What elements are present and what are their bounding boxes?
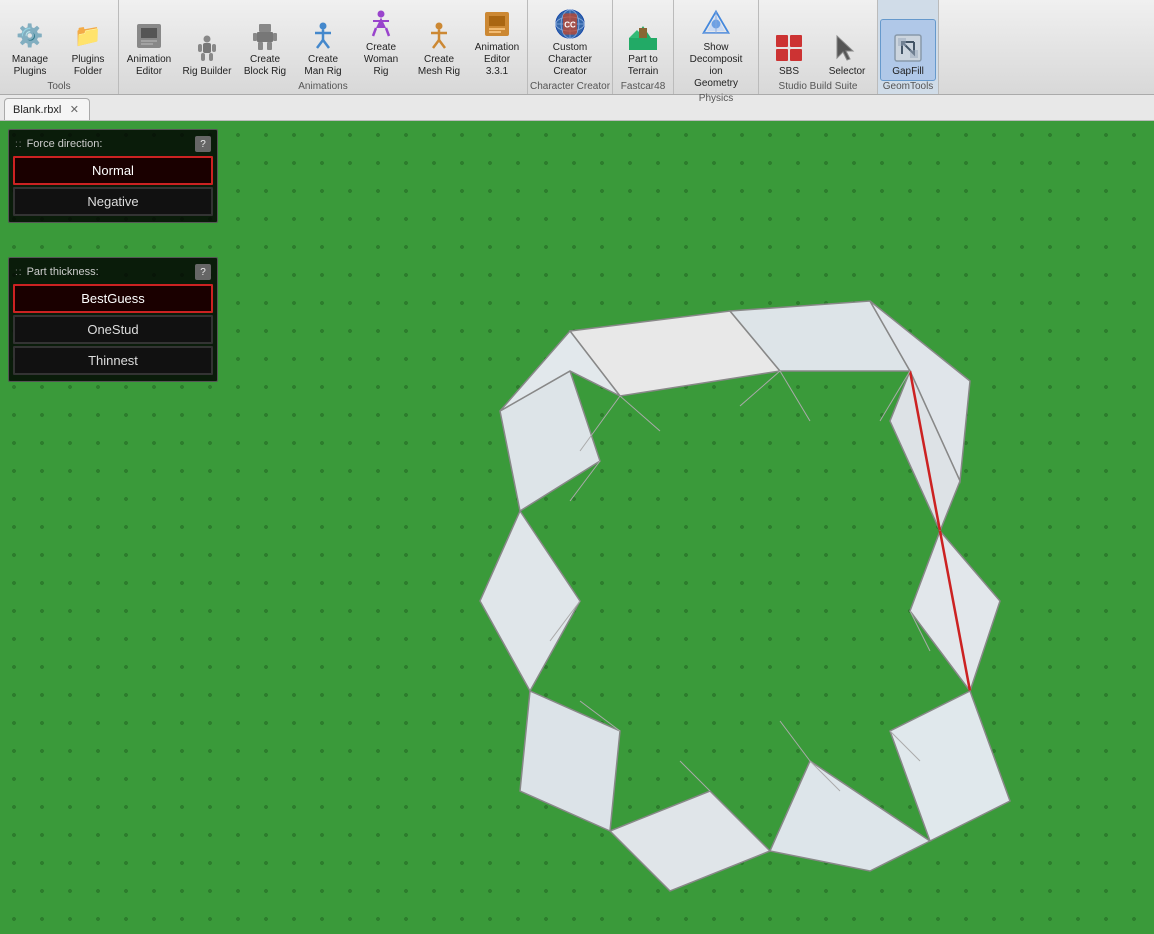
panel-thickness-help-button[interactable]: ? <box>195 264 211 280</box>
thickness-onestuds-option[interactable]: OneStud <box>13 315 213 344</box>
plugins-folder-button[interactable]: 📁 Plugins Folder <box>60 16 116 81</box>
physics-group-label: Physics <box>676 93 756 106</box>
create-woman-rig-icon <box>365 8 397 40</box>
part-to-terrain-label: Part to Terrain <box>618 54 668 78</box>
rig-builder-button[interactable]: Rig Builder <box>179 19 235 81</box>
panel-force-title-area: :: Force direction: <box>15 138 102 150</box>
gapfill-button[interactable]: GapFill <box>880 19 936 81</box>
toolbar-group-character-creator: CC Custom Character Creator Character Cr… <box>528 0 613 94</box>
part-to-terrain-icon <box>627 20 659 52</box>
manage-plugins-label: Manage Plugins <box>5 54 55 78</box>
create-block-rig-button[interactable]: Create Block Rig <box>237 16 293 81</box>
toolbar-group-geomtools: GapFill GeomTools <box>878 0 939 94</box>
toolbar: ⚙️ Manage Plugins 📁 Plugins Folder Tools… <box>0 0 1154 95</box>
tabbar: Blank.rbxl ✕ <box>0 95 1154 121</box>
rig-builder-label: Rig Builder <box>183 66 232 78</box>
tab-label: Blank.rbxl <box>13 104 61 116</box>
show-decomposition-button[interactable]: Show Decomposition Geometry <box>676 4 756 93</box>
toolbar-group-tools: ⚙️ Manage Plugins 📁 Plugins Folder Tools <box>0 0 119 94</box>
gapfill-icon <box>892 32 924 64</box>
sbs-icon <box>773 32 805 64</box>
gapfill-label: GapFill <box>892 66 924 78</box>
force-normal-option[interactable]: Normal <box>13 156 213 185</box>
viewport-background <box>0 121 1154 934</box>
tab-blank-rbxl[interactable]: Blank.rbxl ✕ <box>4 98 90 120</box>
create-woman-rig-label: Create Woman Rig <box>356 42 406 78</box>
thickness-bestguess-option[interactable]: BestGuess <box>13 284 213 313</box>
svg-text:CC: CC <box>564 21 576 30</box>
drag-handle-thickness-icon: :: <box>15 267 23 278</box>
plugins-folder-icon: 📁 <box>72 20 104 52</box>
force-direction-panel: :: Force direction: ? Normal Negative <box>8 129 218 223</box>
selector-label: Selector <box>829 66 866 78</box>
toolbar-group-studio-build: SBS Selector Studio Build Suite <box>759 0 878 94</box>
canvas-area: :: Force direction: ? Normal Negative ::… <box>0 121 1154 934</box>
panel-force-help-button[interactable]: ? <box>195 136 211 152</box>
part-to-terrain-button[interactable]: Part to Terrain <box>615 16 671 81</box>
fastcar-group-label: Fastcar48 <box>615 81 671 94</box>
create-mesh-rig-label: Create Mesh Rig <box>414 54 464 78</box>
animation-editor-33-icon <box>481 8 513 40</box>
animation-editor-33-button[interactable]: Animation Editor 3.3.1 <box>469 4 525 81</box>
custom-char-creator-icon: CC <box>554 8 586 40</box>
tab-close-button[interactable]: ✕ <box>67 103 81 117</box>
create-block-rig-icon <box>249 20 281 52</box>
animation-editor-33-label: Animation Editor 3.3.1 <box>472 42 522 78</box>
selector-button[interactable]: Selector <box>819 19 875 81</box>
toolbar-group-fastcar: Part to Terrain Fastcar48 <box>613 0 674 94</box>
selector-icon <box>831 32 863 64</box>
animation-editor-button[interactable]: Animation Editor <box>121 16 177 81</box>
panel-thickness-title: Part thickness: <box>27 266 99 278</box>
create-mesh-rig-button[interactable]: Create Mesh Rig <box>411 16 467 81</box>
create-man-rig-icon <box>307 20 339 52</box>
rig-builder-icon <box>191 32 223 64</box>
create-block-rig-label: Create Block Rig <box>240 54 290 78</box>
animation-editor-label: Animation Editor <box>124 54 174 78</box>
drag-handle-icon: :: <box>15 139 23 150</box>
create-mesh-rig-icon <box>423 20 455 52</box>
toolbar-group-physics: Show Decomposition Geometry Physics <box>674 0 759 94</box>
force-negative-option[interactable]: Negative <box>13 187 213 216</box>
thickness-thinnest-option[interactable]: Thinnest <box>13 346 213 375</box>
studio-build-group-label: Studio Build Suite <box>761 81 875 94</box>
tools-group-label: Tools <box>2 81 116 94</box>
animation-editor-icon <box>133 20 165 52</box>
panel-thickness-header[interactable]: :: Part thickness: ? <box>13 262 213 284</box>
show-decomposition-icon <box>700 8 732 40</box>
sbs-button[interactable]: SBS <box>761 19 817 81</box>
plugins-folder-label: Plugins Folder <box>63 54 113 78</box>
animations-group-label: Animations <box>121 81 525 94</box>
custom-char-creator-label: Custom Character Creator <box>543 42 597 78</box>
sbs-label: SBS <box>779 66 799 78</box>
char-creator-group-label: Character Creator <box>530 81 610 94</box>
custom-char-creator-button[interactable]: CC Custom Character Creator <box>536 4 604 81</box>
panel-thickness-title-area: :: Part thickness: <box>15 266 99 278</box>
panel-force-header[interactable]: :: Force direction: ? <box>13 134 213 156</box>
show-decomposition-label: Show Decomposition Geometry <box>689 42 743 90</box>
create-man-rig-button[interactable]: Create Man Rig <box>295 16 351 81</box>
create-man-rig-label: Create Man Rig <box>298 54 348 78</box>
create-woman-rig-button[interactable]: Create Woman Rig <box>353 4 409 81</box>
panel-force-title: Force direction: <box>27 138 103 150</box>
geomtools-group-label: GeomTools <box>880 81 936 94</box>
toolbar-group-animations: Animation Editor Rig Builder <box>119 0 528 94</box>
part-thickness-panel: :: Part thickness: ? BestGuess OneStud T… <box>8 257 218 382</box>
manage-plugins-button[interactable]: ⚙️ Manage Plugins <box>2 16 58 81</box>
manage-plugins-icon: ⚙️ <box>14 20 46 52</box>
